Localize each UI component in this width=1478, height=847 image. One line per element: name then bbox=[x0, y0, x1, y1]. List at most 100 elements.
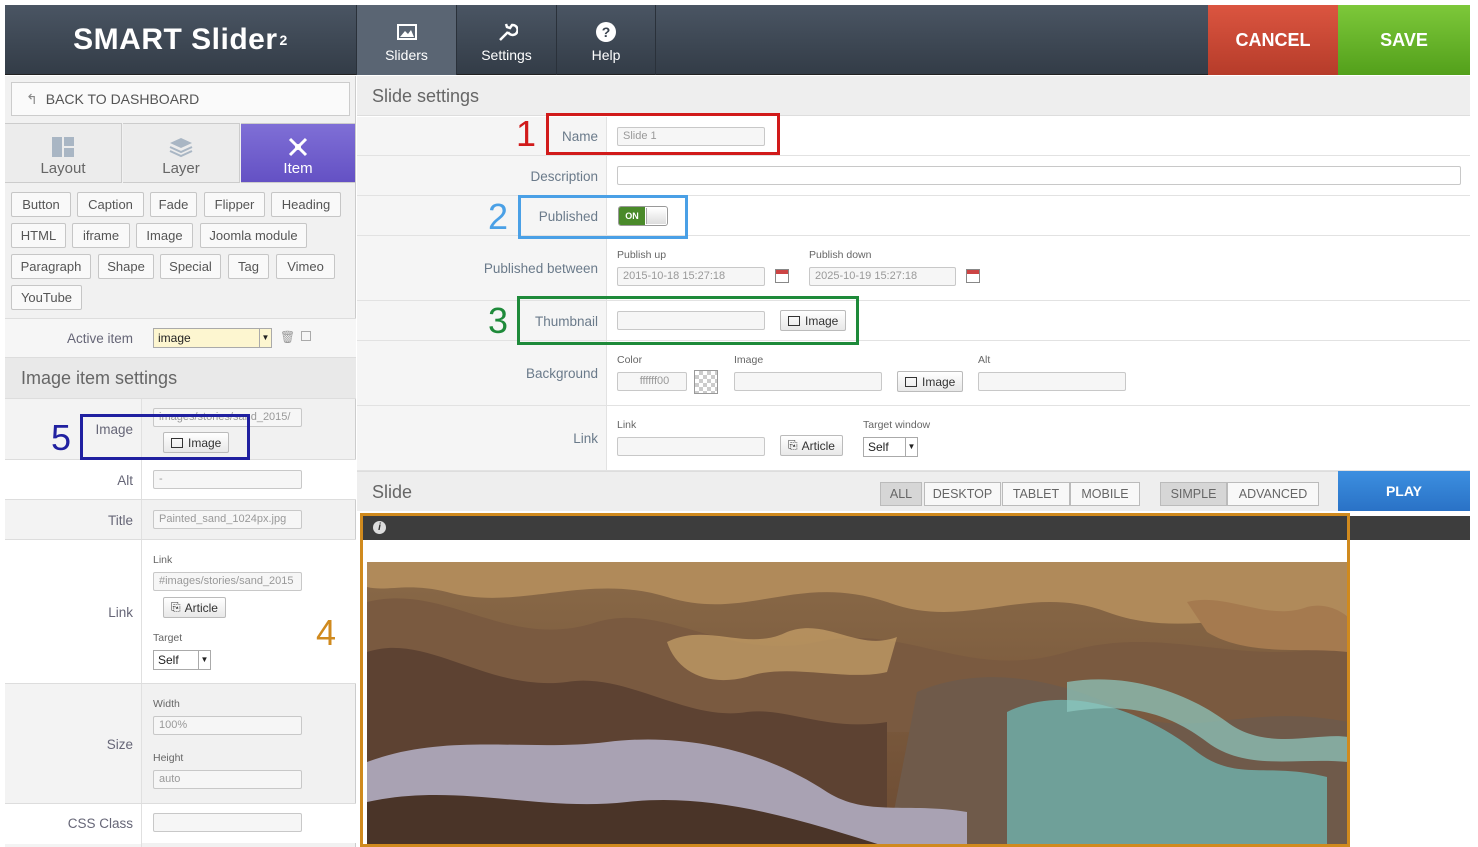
annotation-number-5: 5 bbox=[51, 417, 72, 458]
css-class-row: CSS Class bbox=[5, 803, 356, 844]
cancel-button[interactable]: CANCEL bbox=[1208, 5, 1338, 75]
tab-layout[interactable]: Layout bbox=[5, 123, 122, 183]
title-label: Title bbox=[107, 513, 133, 528]
nav-help-label: Help bbox=[591, 47, 621, 63]
calendar-icon[interactable] bbox=[966, 269, 980, 283]
height-field[interactable]: auto bbox=[153, 770, 302, 789]
annotation-number-3: 3 bbox=[488, 300, 509, 341]
svg-text:?: ? bbox=[602, 24, 611, 40]
title-field[interactable]: Painted_sand_1024px.jpg bbox=[153, 510, 302, 529]
nav-settings[interactable]: Settings bbox=[456, 5, 556, 75]
slide-settings-title: Slide settings bbox=[357, 76, 1470, 116]
description-row: Description bbox=[357, 156, 1470, 196]
article-icon: ⎘ bbox=[788, 438, 798, 452]
target-select[interactable]: Self ▼ bbox=[153, 650, 211, 670]
back-to-dashboard-button[interactable]: ↰ BACK TO DASHBOARD bbox=[11, 82, 350, 116]
background-row: Background Color ffffff00 Image Image Al… bbox=[357, 341, 1470, 406]
item-vimeo[interactable]: Vimeo bbox=[276, 254, 335, 279]
bg-image-button[interactable]: Image bbox=[897, 371, 964, 392]
annotation-box-5 bbox=[80, 414, 250, 460]
publish-up-sublabel: Publish up bbox=[617, 249, 667, 261]
view-tablet-button[interactable]: TABLET bbox=[1002, 482, 1070, 506]
link-sublabel: Link bbox=[153, 554, 173, 566]
target-sublabel: Target bbox=[153, 632, 183, 644]
article-button[interactable]: ⎘ Article bbox=[163, 597, 226, 618]
color-sublabel: Color bbox=[617, 354, 643, 366]
item-flipper[interactable]: Flipper bbox=[204, 192, 265, 217]
tab-item-label: Item bbox=[283, 160, 313, 177]
view-desktop-button[interactable]: DESKTOP bbox=[924, 482, 1001, 506]
image-item-settings-title: Image item settings bbox=[5, 357, 356, 398]
slide-link-sublabel: Link bbox=[617, 419, 637, 431]
slide-link-field[interactable] bbox=[617, 437, 765, 456]
css-class-field[interactable] bbox=[153, 813, 302, 832]
alt-field[interactable]: - bbox=[153, 470, 302, 489]
trash-icon[interactable]: 🗑 bbox=[280, 330, 295, 344]
wrench-icon bbox=[498, 23, 518, 41]
item-caption[interactable]: Caption bbox=[77, 192, 144, 217]
link-field[interactable]: #images/stories/sand_2015 bbox=[153, 572, 302, 591]
item-joomla-module[interactable]: Joomla module bbox=[200, 223, 307, 248]
tab-layer[interactable]: Layer bbox=[123, 123, 240, 183]
bg-image-button-label: Image bbox=[922, 374, 956, 389]
nav-sliders-label: Sliders bbox=[385, 47, 428, 63]
annotation-box-1 bbox=[546, 113, 780, 155]
item-fade[interactable]: Fade bbox=[150, 192, 197, 217]
view-all-button[interactable]: ALL bbox=[880, 482, 922, 506]
view-mobile-button[interactable]: MOBILE bbox=[1070, 482, 1140, 506]
article-button-label: Article bbox=[184, 600, 218, 615]
slide-article-button[interactable]: ⎘ Article bbox=[780, 435, 843, 456]
target-window-value: Self bbox=[868, 440, 889, 454]
published-between-label-cell: Published between bbox=[357, 236, 607, 300]
description-field[interactable] bbox=[617, 166, 1461, 185]
bg-image-sublabel: Image bbox=[734, 354, 764, 366]
width-field[interactable]: 100% bbox=[153, 716, 302, 735]
annotation-box-2 bbox=[518, 195, 688, 239]
nav-help[interactable]: ? Help bbox=[556, 5, 656, 75]
size-label: Size bbox=[106, 737, 133, 752]
slide-link-label: Link bbox=[573, 431, 598, 446]
bg-alt-field[interactable] bbox=[978, 372, 1126, 391]
item-button[interactable]: Button bbox=[11, 192, 71, 217]
bg-image-field[interactable] bbox=[734, 372, 882, 391]
item-image[interactable]: Image bbox=[136, 223, 193, 248]
item-iframe[interactable]: iframe bbox=[72, 223, 130, 248]
slide-article-label: Article bbox=[801, 438, 835, 453]
nav-sliders[interactable]: Sliders bbox=[356, 5, 456, 75]
left-panel: ↰ BACK TO DASHBOARD Layout Layer Item But… bbox=[5, 76, 356, 847]
publish-down-field[interactable]: 2025-10-19 15:27:18 bbox=[809, 267, 956, 286]
target-window-select[interactable]: Self ▼ bbox=[863, 437, 918, 457]
tab-item[interactable]: Item bbox=[241, 123, 356, 183]
color-swatch[interactable] bbox=[694, 370, 718, 394]
annotation-number-2: 2 bbox=[488, 196, 509, 237]
target-window-sublabel: Target window bbox=[863, 419, 931, 431]
mode-advanced-button[interactable]: ADVANCED bbox=[1227, 482, 1319, 506]
slide-stage-outline bbox=[360, 513, 1350, 847]
chevron-down-icon: ▼ bbox=[198, 651, 210, 669]
active-item-select[interactable]: image ▼ bbox=[153, 328, 272, 348]
item-youtube[interactable]: YouTube bbox=[11, 285, 82, 310]
save-button[interactable]: SAVE bbox=[1338, 5, 1470, 75]
size-row: Size Width 100% Height auto bbox=[5, 683, 356, 803]
color-field[interactable]: ffffff00 bbox=[617, 372, 687, 391]
back-arrow-icon: ↰ bbox=[26, 90, 38, 107]
active-item-label: Active item bbox=[66, 331, 133, 346]
slide-link-row: Link Link ⎘ Article Target window Self ▼ bbox=[357, 406, 1470, 471]
item-tag[interactable]: Tag bbox=[228, 254, 269, 279]
item-special[interactable]: Special bbox=[160, 254, 221, 279]
item-heading[interactable]: Heading bbox=[271, 192, 341, 217]
height-sublabel: Height bbox=[153, 752, 184, 764]
mode-simple-button[interactable]: SIMPLE bbox=[1160, 482, 1227, 506]
image-icon bbox=[396, 24, 417, 40]
item-paragraph[interactable]: Paragraph bbox=[11, 254, 91, 279]
chevron-down-icon: ▼ bbox=[905, 438, 917, 456]
css-class-label: CSS Class bbox=[67, 816, 133, 831]
calendar-icon[interactable] bbox=[775, 269, 789, 283]
annotation-number-1: 1 bbox=[516, 113, 537, 154]
item-shape[interactable]: Shape bbox=[98, 254, 154, 279]
play-button[interactable]: PLAY bbox=[1338, 471, 1470, 511]
item-html[interactable]: HTML bbox=[11, 223, 66, 248]
publish-up-field[interactable]: 2015-10-18 15:27:18 bbox=[617, 267, 765, 286]
logo: SMART Slider 2 bbox=[73, 23, 288, 56]
copy-icon[interactable] bbox=[301, 331, 311, 341]
